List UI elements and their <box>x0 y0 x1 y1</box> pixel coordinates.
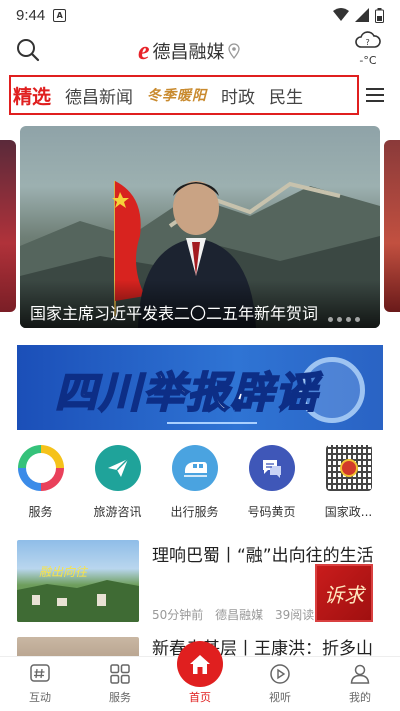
signal-icon <box>355 8 369 22</box>
nav-label: 互动 <box>29 691 51 704</box>
nav-media[interactable]: 视听 <box>240 657 320 711</box>
service-item[interactable]: 服务 <box>4 445 77 525</box>
nav-service[interactable]: 服务 <box>80 657 160 711</box>
tab-winter-sun[interactable]: 冬季暖阳 <box>147 85 207 105</box>
nav-profile[interactable]: 我的 <box>320 657 400 711</box>
channel-tabs: 精选 德昌新闻 冬季暖阳 时政 民生 <box>9 75 359 115</box>
search-icon <box>17 39 40 62</box>
weather-temp: -°C <box>359 54 377 67</box>
carousel-slide[interactable]: 国家主席习近平发表二〇二五年新年贺词 <box>20 126 380 328</box>
service-item[interactable]: 出行服务 <box>158 445 231 525</box>
wifi-icon <box>333 8 349 21</box>
chat-bubble-icon <box>248 445 295 491</box>
svg-text:融出向往: 融出向往 <box>39 565 89 579</box>
service-item[interactable]: 国家政... <box>312 445 385 525</box>
status-icons <box>333 7 384 23</box>
menu-icon <box>366 88 384 102</box>
nav-interact[interactable]: 互动 <box>0 657 80 711</box>
search-button[interactable] <box>14 36 42 64</box>
channel-menu-button[interactable] <box>364 85 386 105</box>
service-label: 旅游咨讯 <box>93 505 142 519</box>
service-label: 国家政... <box>324 505 373 519</box>
carousel-prev-slide[interactable] <box>0 140 16 312</box>
tab-dechang-news[interactable]: 德昌新闻 <box>65 83 133 108</box>
national-emblem-qr-icon <box>325 445 372 491</box>
status-bar: 9:44 A <box>0 0 400 30</box>
tab-jingxuan[interactable]: 精选 <box>13 82 51 109</box>
status-time: 9:44 <box>16 6 46 24</box>
news-thumbnail: 融出向往 <box>17 540 139 622</box>
notification-icon: A <box>53 8 67 22</box>
news-thumbnail <box>17 637 139 657</box>
nav-label: 服务 <box>109 691 131 704</box>
tab-politics[interactable]: 时政 <box>221 83 255 108</box>
logo-text: 德昌融媒 <box>152 42 225 63</box>
play-icon <box>270 664 290 684</box>
appeal-float-button[interactable]: 诉求 <box>315 564 373 622</box>
service-label: 号码黄页 <box>247 505 296 519</box>
app-header: e 德昌融媒 ? -°C <box>0 30 400 72</box>
battery-icon <box>375 7 384 23</box>
headline-carousel[interactable]: 国家主席习近平发表二〇二五年新年贺词 <box>0 126 400 328</box>
service-shortcuts: 服务 旅游咨讯 出行服务 号码黄页 国家政... <box>0 445 400 525</box>
weather-unknown: ? <box>366 38 370 47</box>
tab-livelihood[interactable]: 民生 <box>269 83 303 108</box>
home-button[interactable] <box>177 641 223 687</box>
logo-mark: e <box>138 36 150 65</box>
service-label: 出行服务 <box>170 505 219 519</box>
news-reads: 39阅读 <box>274 608 315 622</box>
cloud-icon: ? <box>355 31 381 48</box>
service-label: 服务 <box>28 505 53 519</box>
rumor-report-banner[interactable]: 四川举报辟谣 <box>17 345 383 430</box>
news-meta: 50分钟前 德昌融媒 39阅读 <box>152 606 322 623</box>
grid-icon <box>110 664 130 684</box>
weather-widget[interactable]: ? -°C <box>348 30 388 67</box>
banner-text: 四川举报辟谣 <box>54 367 320 418</box>
train-icon <box>171 445 218 491</box>
nav-label: 我的 <box>349 691 371 704</box>
news-time: 50分钟前 <box>152 608 204 622</box>
location-pin-icon <box>227 43 240 59</box>
nav-label: 视听 <box>269 691 291 704</box>
app-logo: e 德昌融媒 <box>138 38 240 64</box>
user-icon <box>350 664 370 684</box>
hash-icon <box>30 664 50 682</box>
carousel-caption: 国家主席习近平发表二〇二五年新年贺词 <box>20 280 380 328</box>
carousel-next-slide[interactable] <box>384 140 400 312</box>
service-item[interactable]: 旅游咨讯 <box>81 445 154 525</box>
paper-plane-icon <box>94 445 141 491</box>
service-item[interactable]: 号码黄页 <box>235 445 308 525</box>
ring-icon <box>17 445 64 491</box>
home-icon <box>190 655 210 674</box>
nav-label: 首页 <box>189 691 211 704</box>
news-source: 德昌融媒 <box>215 608 264 622</box>
carousel-indicator <box>328 317 360 322</box>
